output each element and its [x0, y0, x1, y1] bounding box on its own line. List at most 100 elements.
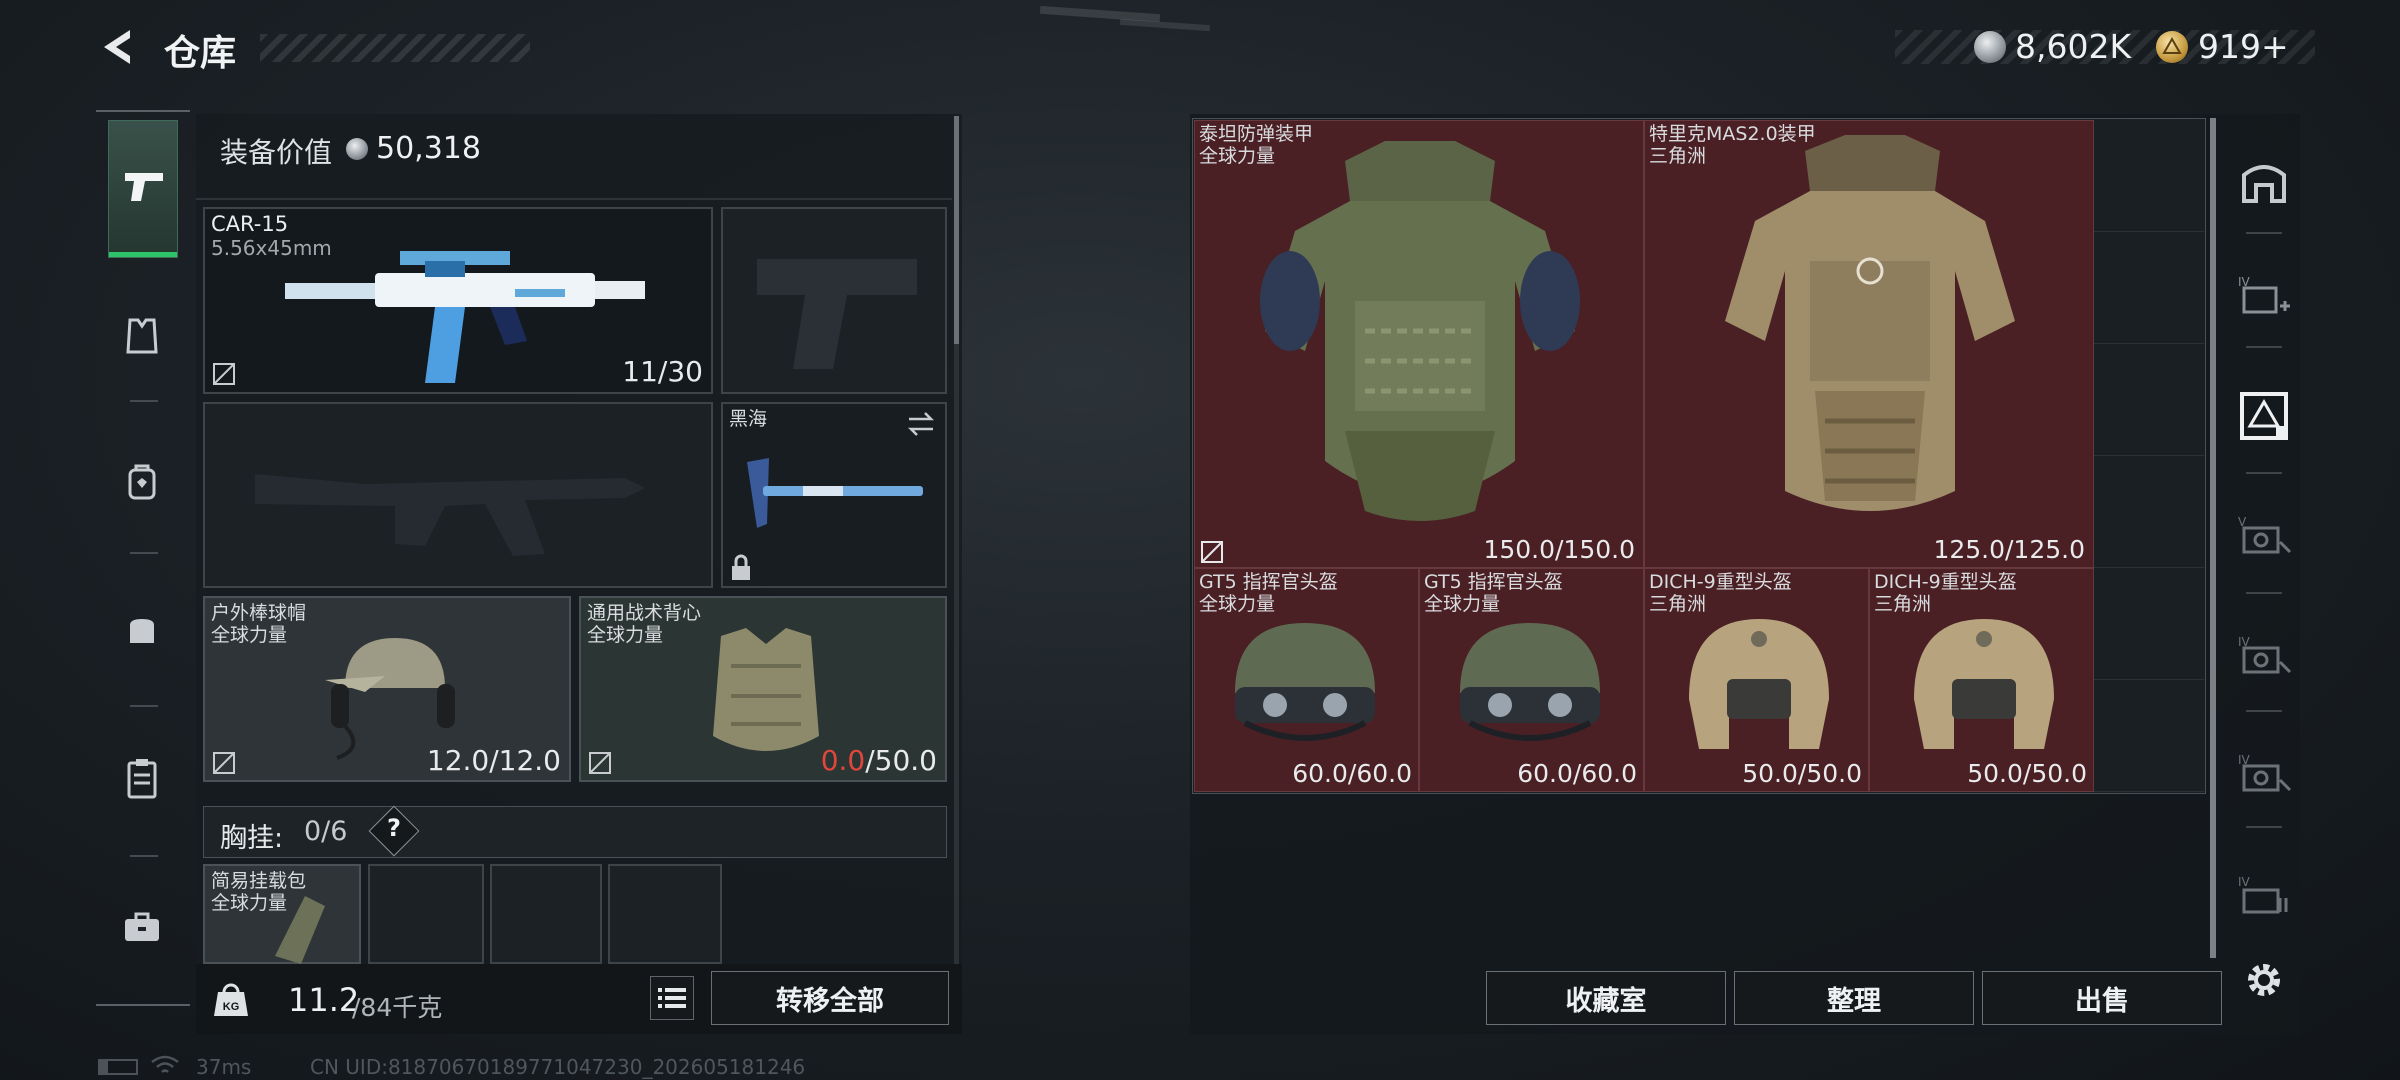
pistol-slot[interactable] [721, 207, 947, 394]
sidebar-divider [2246, 472, 2282, 474]
active-indicator [109, 252, 177, 257]
rifle-image [285, 251, 645, 383]
case-v-icon: V [2238, 515, 2292, 554]
no-insure-icon [213, 363, 235, 385]
filter-iv-c-button[interactable]: IV [2228, 860, 2300, 932]
filter-iv-b-button[interactable]: IV [2228, 738, 2300, 810]
wifi-icon [151, 1055, 179, 1073]
currency-gold[interactable]: 919+ [2198, 27, 2289, 66]
sidebar-divider [130, 705, 158, 707]
sidebar-tab-case[interactable] [108, 745, 176, 813]
secondary-weapon-slot[interactable] [203, 402, 713, 588]
helmet-image [1235, 623, 1375, 741]
armor-slot[interactable]: 通用战术背心 全球力量 0.0/50.0 [579, 596, 947, 782]
item-name: DICH-9重型头盔 [1874, 571, 2017, 593]
svg-text:KG: KG [223, 1001, 240, 1013]
sidebar-bottom-line [96, 1004, 190, 1006]
uid-text: CN UID:818706701897710472​30_20260518124… [310, 1055, 806, 1079]
sidebar-divider [130, 400, 158, 402]
gold-coin-icon [2156, 31, 2188, 63]
sidebar-divider [2246, 710, 2282, 712]
storage-item[interactable]: DICH-9重型头盔 三角洲 50.0/50.0 [1644, 568, 1869, 792]
helmet-name: 户外棒球帽 [211, 602, 307, 624]
rig-slot-empty[interactable] [608, 864, 722, 964]
toolbox-icon [125, 912, 159, 941]
rig-slot-empty[interactable] [368, 864, 484, 964]
case-stack-icon: IV [2238, 875, 2288, 914]
item-durability: 150.0/150.0 [1483, 535, 1635, 564]
case-iv-icon: IV [2238, 635, 2292, 674]
storage-scrollbar[interactable] [2210, 118, 2216, 958]
vest-image [713, 628, 819, 751]
storage-empty-cells [2094, 120, 2204, 792]
back-arrow-icon [104, 30, 130, 64]
armor-durability: 0.0/50.0 [821, 744, 937, 777]
sidebar-divider [130, 552, 158, 554]
storage-item[interactable]: 泰坦防弹装甲 全球力量 150.0/150.0 [1194, 120, 1644, 568]
settings-button[interactable] [2228, 944, 2300, 1016]
rig-slot-empty[interactable] [490, 864, 602, 964]
filter-v-button[interactable]: V [2228, 500, 2300, 572]
item-name: GT5 指挥官头盔 [1424, 571, 1563, 593]
case-icon [127, 759, 157, 799]
gear-icon [2248, 964, 2280, 996]
list-view-button[interactable] [650, 976, 694, 1020]
collection-button[interactable]: 收藏室 [1486, 971, 1726, 1025]
melee-slot[interactable]: 黑海 [721, 402, 947, 588]
chest-rig-label: 胸挂: [220, 823, 284, 854]
sidebar-divider [2246, 592, 2282, 594]
sell-button[interactable]: 出售 [1982, 971, 2222, 1025]
rig-item-slot[interactable]: 简易挂载包 全球力量 [203, 864, 361, 964]
sidebar-divider [2246, 232, 2282, 234]
swap-icon[interactable] [905, 410, 937, 438]
primary-weapon-slot[interactable]: CAR-15 5.56x45mm 11/30 [203, 207, 713, 394]
transfer-all-button[interactable]: 转移全部 [711, 971, 949, 1025]
sidebar-tab-pouch[interactable] [108, 597, 176, 665]
sidebar-tab-toolbox[interactable] [108, 893, 176, 961]
sidebar-divider [130, 855, 158, 857]
storage-item[interactable]: GT5 指挥官头盔 全球力量 60.0/60.0 [1419, 568, 1644, 792]
panel-divider [196, 198, 952, 200]
sidebar-tab-armor[interactable] [108, 302, 176, 370]
filter-expand-1-button[interactable]: IV [2228, 260, 2300, 332]
filter-all-button[interactable] [2228, 145, 2300, 217]
backpack-icon [128, 464, 156, 500]
filter-selected-button[interactable] [2228, 380, 2300, 452]
storage-item[interactable]: DICH-9重型头盔 三角洲 50.0/50.0 [1869, 568, 2094, 792]
armor-region: 全球力量 [587, 624, 664, 646]
sidebar-top-line [96, 110, 190, 112]
silver-coin-icon [1974, 31, 2006, 63]
armor-durability-current: 0.0 [820, 744, 866, 777]
helmet-region: 全球力量 [211, 624, 288, 646]
bg-streak [1119, 18, 1211, 32]
equipment-scrollbar[interactable] [954, 116, 959, 344]
armor-durability-max: /50.0 [865, 744, 937, 777]
helmet-image [1914, 619, 2054, 749]
organize-button[interactable]: 整理 [1734, 971, 1974, 1025]
armor-name: 通用战术背心 [587, 602, 702, 624]
sidebar-tab-backpack[interactable] [108, 448, 176, 516]
pouch-icon [130, 619, 154, 643]
equipment-value: 50,318 [376, 131, 481, 166]
item-durability: 60.0/60.0 [1292, 759, 1412, 788]
weight-current: 11.2 [288, 981, 360, 1019]
pistol-placeholder-icon [757, 259, 917, 369]
filter-iv-button[interactable]: IV [2228, 620, 2300, 692]
storage-item[interactable]: GT5 指挥官头盔 全球力量 60.0/60.0 [1194, 568, 1419, 792]
equipment-scroll-track [954, 344, 959, 964]
storage-item[interactable]: 特里克MAS2.0装甲 三角洲 125.0/125.0 [1644, 120, 2094, 568]
item-durability: 50.0/50.0 [1967, 759, 2087, 788]
helmet-image [1689, 619, 1829, 749]
no-insure-icon [213, 752, 235, 774]
svg-text:IV: IV [2238, 875, 2251, 889]
helmet-slot[interactable]: 户外棒球帽 全球力量 12.0/12.0 [203, 596, 571, 782]
case-plus-icon: IV [2238, 275, 2290, 314]
chest-rig-bar: 胸挂: 0/6 ? [203, 805, 947, 858]
weight-icon: KG [210, 978, 252, 1020]
armor-image [1260, 141, 1580, 521]
sidebar-tab-weapons[interactable] [108, 120, 178, 258]
page-title: 仓库 [164, 33, 237, 74]
ammo-count: 11/30 [622, 355, 703, 388]
rifle-placeholder-icon [255, 474, 645, 556]
back-button[interactable] [96, 24, 142, 70]
